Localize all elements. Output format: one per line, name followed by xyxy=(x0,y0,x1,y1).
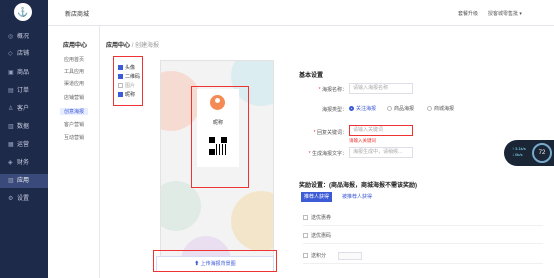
highlight-box xyxy=(153,250,277,272)
data-icon: ▥ xyxy=(8,124,14,130)
subnav-item[interactable]: 店铺营销 xyxy=(64,94,84,101)
nav-item-finance[interactable]: ◈ 财务 xyxy=(0,156,48,170)
checkbox-unchecked[interactable] xyxy=(303,233,308,239)
nav-item-goods[interactable]: ▣ 商品 xyxy=(0,66,48,80)
nav-item-data[interactable]: ▥ 数据 xyxy=(0,120,48,134)
nav-label: 商品 xyxy=(17,70,30,76)
operations-icon: ▦ xyxy=(8,142,14,148)
highlight-box xyxy=(191,86,249,188)
nav-item-operations[interactable]: ▦ 运营 xyxy=(0,138,48,152)
speed-gauge-widget[interactable]: ↑ 3.1k/s ↓ 0k/s 72 xyxy=(504,140,554,166)
goods-icon: ▣ xyxy=(8,70,14,76)
radio-goods-poster[interactable]: 商品海报 xyxy=(387,105,414,112)
nav-label: 运营 xyxy=(17,142,30,148)
basic-settings-title: 基本设置 xyxy=(299,73,324,79)
nav-item-store[interactable]: ◇ 店铺 xyxy=(0,47,48,61)
shop-name: 新店商城 xyxy=(65,12,90,18)
breadcrumb-current: 创建海报 xyxy=(135,43,160,49)
bg-shape xyxy=(161,181,201,231)
upgrade-link[interactable]: 套餐升级 xyxy=(458,10,478,17)
reward-settings-title: 奖励设置：(商品海报，商城海报不需该奖励) xyxy=(299,183,417,189)
reward-row-code: 送优惠码 xyxy=(303,228,543,244)
nav-item-apps[interactable]: ▧ 应用 xyxy=(0,174,48,188)
settings-panel: 基本设置 * 海报名称： 请输入海报名称 海报类型： 关注海报 商品海报 商城海… xyxy=(295,66,547,278)
radio-dot[interactable] xyxy=(427,106,432,112)
subnav-item-active[interactable]: 创意海报 xyxy=(60,108,89,115)
subnav-title: 应用中心 xyxy=(63,43,88,49)
nav-label: 财务 xyxy=(17,160,30,166)
subnav-item[interactable]: 客户营销 xyxy=(64,121,84,128)
customer-icon: ♙ xyxy=(8,106,14,112)
nav-label: 应用 xyxy=(17,178,30,184)
nav-label: 店铺 xyxy=(17,51,30,57)
orders-icon: ▤ xyxy=(8,88,14,94)
nav-label: 概况 xyxy=(17,34,30,40)
radio-dot[interactable] xyxy=(349,106,354,112)
sub-nav: 应用中心 应用首页 工具应用 渠道应用 店铺营销 创意海报 客户营销 互动营销 xyxy=(48,26,100,278)
app-logo[interactable]: ⚓ xyxy=(14,3,32,21)
nav-label: 订单 xyxy=(17,88,30,94)
main-content: 应用中心 / 创建海报 昵称 头像 二维码 图片 昵称 ⬆ 上传海报背景图 基本… xyxy=(100,26,554,278)
apps-icon: ▧ xyxy=(8,178,14,184)
nav-item-overview[interactable]: ◎ 概况 xyxy=(0,30,48,44)
keyword-input[interactable]: 请输入关键词 xyxy=(349,125,413,136)
store-icon: ◇ xyxy=(8,51,13,57)
user-menu[interactable]: 授客城零售批 ▾ xyxy=(488,10,522,17)
nav-label: 设置 xyxy=(17,196,30,202)
subnav-item[interactable]: 工具应用 xyxy=(64,68,84,75)
poster-name-label: * 海报名称： xyxy=(318,87,347,93)
poster-name-input[interactable]: 请输入海报名称 xyxy=(349,83,413,94)
speed-readout: ↑ 3.1k/s ↓ 0k/s xyxy=(512,146,526,157)
settings-icon: ⚙ xyxy=(8,196,14,202)
overview-icon: ◎ xyxy=(8,34,14,40)
nav-item-customers[interactable]: ♙ 客户 xyxy=(0,102,48,116)
left-nav: ⚓ ◎ 概况 ◇ 店铺 ▣ 商品 ▤ 订单 ♙ 客户 ▥ 数据 ▦ 运营 ◈ 财务 ▧ 应用 ⚙ 设… xyxy=(0,0,48,278)
keyword-label: * 回复关键词： xyxy=(313,130,347,136)
subnav-item[interactable]: 互动营销 xyxy=(64,134,84,141)
poster-type-label: 海报类型： xyxy=(321,107,347,113)
nav-item-settings[interactable]: ⚙ 设置 xyxy=(0,192,48,206)
subnav-item[interactable]: 渠道应用 xyxy=(64,80,84,87)
radio-mall-poster[interactable]: 商城海报 xyxy=(427,105,454,112)
breadcrumb-separator: / xyxy=(131,43,134,49)
radio-follow-poster[interactable]: 关注海报 xyxy=(349,105,376,112)
nav-item-orders[interactable]: ▤ 订单 xyxy=(0,84,48,98)
generate-text-label: * 生成海报文字： xyxy=(308,151,347,157)
checkbox-unchecked[interactable] xyxy=(303,253,308,259)
tab-referee-reward[interactable]: 被推荐人获得 xyxy=(339,192,375,202)
subnav-item[interactable]: 应用首页 xyxy=(64,56,84,63)
generate-text-input[interactable]: 海报生成中，请稍候... xyxy=(349,147,413,158)
top-bar: 新店商城 套餐升级 授客城零售批 ▾ xyxy=(48,0,554,26)
radio-dot[interactable] xyxy=(387,106,392,112)
keyword-error: 请输入关键词 xyxy=(349,138,376,143)
nav-label: 数据 xyxy=(17,124,30,130)
checkbox-unchecked[interactable] xyxy=(303,215,308,221)
reward-row-points: 送积分 xyxy=(303,248,543,264)
nav-label: 客户 xyxy=(17,106,30,112)
finance-icon: ◈ xyxy=(8,160,13,166)
breadcrumb: 应用中心 / 创建海报 xyxy=(106,40,159,49)
reward-row-coupon: 送优惠券 xyxy=(303,210,543,226)
highlight-box xyxy=(113,56,143,106)
tab-referrer-reward[interactable]: 推荐人获得 xyxy=(301,192,333,202)
bg-shape xyxy=(231,191,273,251)
gauge-value: 72 xyxy=(532,143,552,163)
points-input[interactable] xyxy=(338,251,363,260)
breadcrumb-root[interactable]: 应用中心 xyxy=(106,43,130,49)
